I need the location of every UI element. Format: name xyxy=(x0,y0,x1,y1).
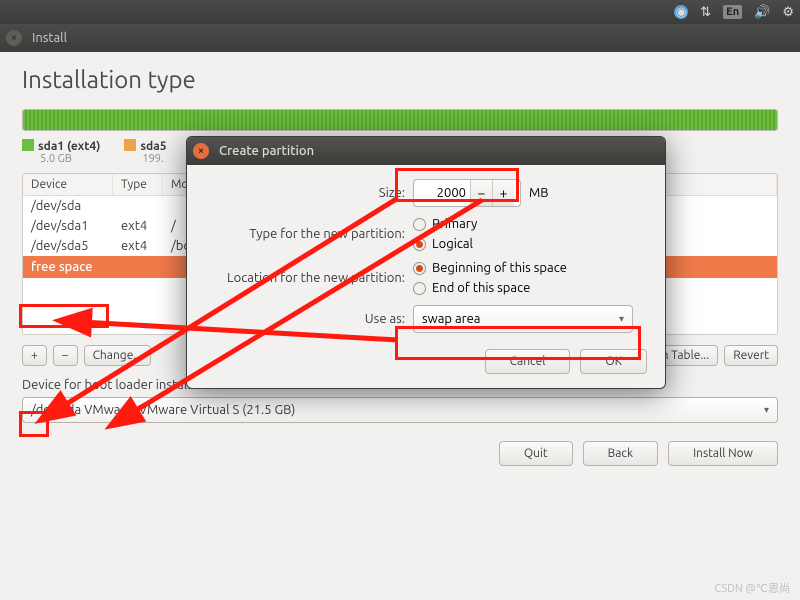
install-now-button[interactable]: Install Now xyxy=(668,441,778,466)
back-button[interactable]: Back xyxy=(583,441,658,466)
use-as-label: Use as: xyxy=(205,312,405,326)
radio-beginning[interactable]: Beginning of this space xyxy=(413,261,647,275)
remove-partition-button[interactable]: − xyxy=(53,345,78,366)
ok-button[interactable]: OK xyxy=(580,349,647,374)
create-partition-dialog: × Create partition Size: − + MB Type for… xyxy=(186,136,666,389)
size-label: Size: xyxy=(205,186,405,200)
top-panel: ◉ ⇅ En 🔊 ⚙ xyxy=(0,0,800,24)
revert-button[interactable]: Revert xyxy=(724,345,778,366)
legend-item: sda5 199. xyxy=(124,139,166,165)
chevron-down-icon: ▾ xyxy=(619,313,624,325)
spin-down-button[interactable]: − xyxy=(470,180,492,206)
radio-primary[interactable]: Primary xyxy=(413,217,647,231)
partition-location-label: Location for the new partition: xyxy=(205,271,405,285)
legend-item: sda1 (ext4) 5.0 GB xyxy=(22,139,100,165)
wizard-buttons: Quit Back Install Now xyxy=(22,441,778,466)
watermark: CSDN @℃恩尚 xyxy=(714,580,790,596)
dialog-titlebar: × Create partition xyxy=(187,137,665,165)
language-indicator[interactable]: En xyxy=(723,5,742,19)
accessibility-icon[interactable]: ◉ xyxy=(674,5,688,19)
quit-button[interactable]: Quit xyxy=(499,441,573,466)
change-partition-button[interactable]: Change... xyxy=(84,345,152,366)
network-icon[interactable]: ⇅ xyxy=(700,5,711,20)
add-partition-button[interactable]: + xyxy=(22,345,47,366)
size-input[interactable] xyxy=(414,186,470,200)
dialog-title: Create partition xyxy=(219,144,314,158)
col-type[interactable]: Type xyxy=(113,174,163,196)
partition-type-label: Type for the new partition: xyxy=(205,227,405,241)
radio-end[interactable]: End of this space xyxy=(413,281,647,295)
sound-icon[interactable]: 🔊 xyxy=(754,5,770,20)
window-titlebar: × Install xyxy=(0,24,800,52)
spin-up-button[interactable]: + xyxy=(492,180,514,206)
cancel-button[interactable]: Cancel xyxy=(485,349,571,374)
window-title: Install xyxy=(32,31,67,45)
partition-bar xyxy=(22,109,778,131)
size-spinner[interactable]: − + xyxy=(413,179,521,207)
boot-loader-select[interactable]: /dev/sda VMware, VMware Virtual S (21.5 … xyxy=(22,397,778,423)
close-icon[interactable]: × xyxy=(193,143,209,159)
use-as-select[interactable]: swap area ▾ xyxy=(413,305,633,333)
page-title: Installation type xyxy=(22,66,778,93)
gear-icon[interactable]: ⚙ xyxy=(782,5,794,20)
radio-logical[interactable]: Logical xyxy=(413,237,647,251)
col-device[interactable]: Device xyxy=(23,174,113,196)
close-icon[interactable]: × xyxy=(6,30,22,46)
size-unit: MB xyxy=(529,186,549,200)
chevron-down-icon: ▾ xyxy=(764,404,769,416)
